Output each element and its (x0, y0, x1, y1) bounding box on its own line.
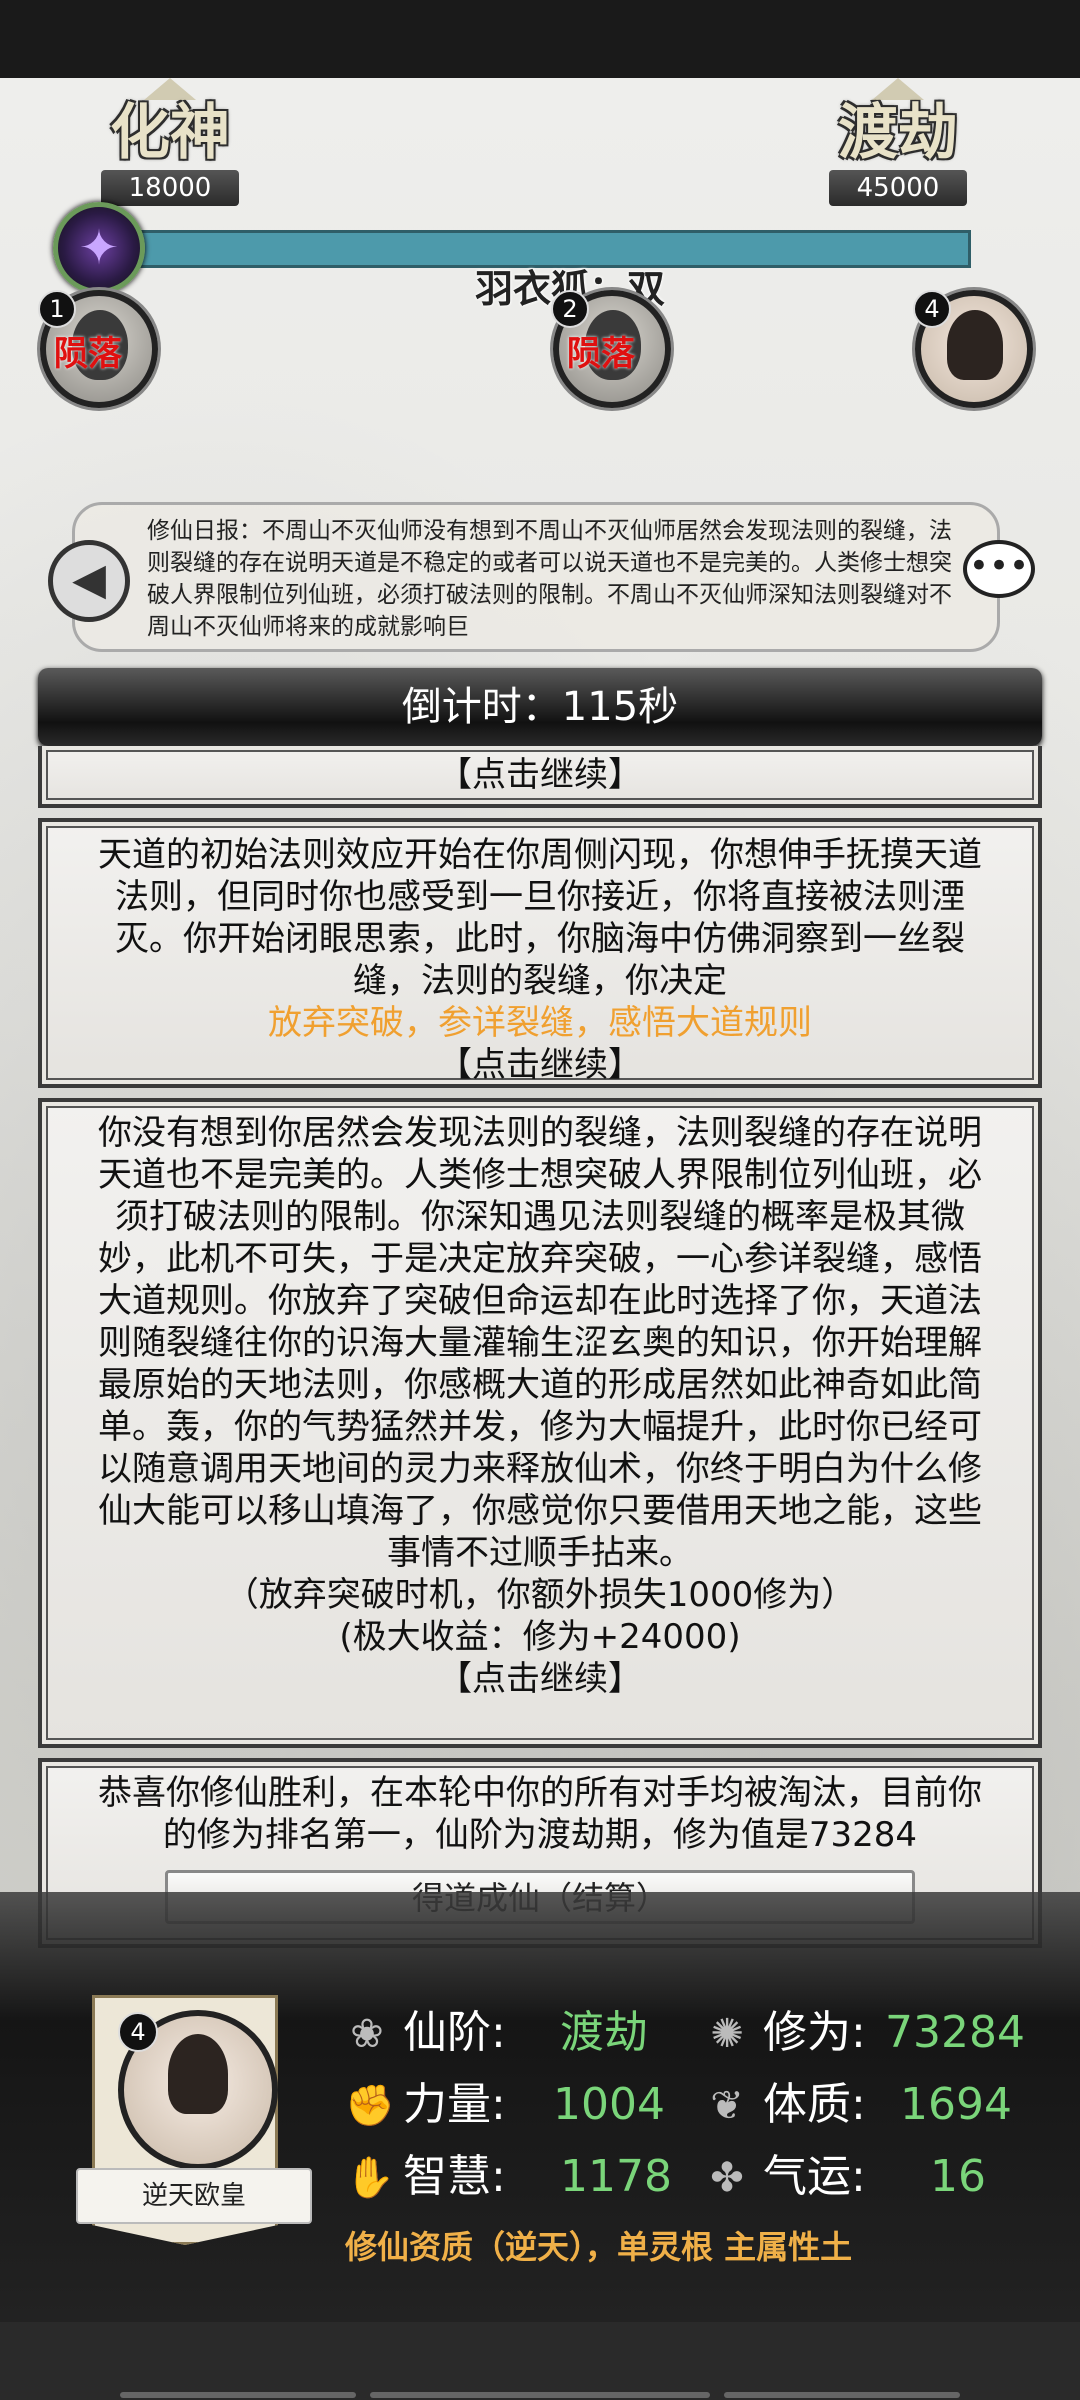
lotus-icon: ❀ (350, 2011, 384, 2057)
story-text: 你没有想到你居然会发现法则的裂缝，法则裂缝的存在说明天道也不是完美的。人类修士想… (98, 1113, 982, 1573)
stat-value: 1004 (553, 2079, 665, 2130)
stat-strength: ✊ 力量: 1004 (345, 2075, 665, 2135)
chat-bubble-icon[interactable]: ••• (963, 540, 1035, 598)
story-panel-1[interactable]: 天道的初始法则效应开始在你周侧闪现，你想伸手抚摸天道法则，但同时你也感受到一旦你… (38, 818, 1042, 1088)
continue-prompt[interactable]: 【点击继续】 (82, 1658, 998, 1700)
fallen-status: 陨落 (567, 334, 635, 374)
nav-segment (370, 2392, 710, 2398)
opponent-number: 2 (551, 290, 589, 328)
opponent-number: 4 (913, 290, 951, 328)
aptitude-text: 修仙资质（逆天），单灵根 主属性土 (345, 2228, 853, 2266)
chosen-option: 放弃突破，参详裂缝，感悟大道规则 (268, 1003, 812, 1043)
player-avatar[interactable]: 4 (118, 2010, 278, 2170)
opponent-avatar-1[interactable]: 1 陨落 (38, 290, 158, 408)
current-realm-name: 化神 (110, 98, 230, 168)
countdown-timer: 倒计时：115秒 (38, 668, 1042, 746)
realm-cap-decoration (872, 78, 924, 100)
stat-luck: ✤ 气运: 16 (705, 2147, 986, 2207)
stat-value: 1178 (560, 2151, 672, 2202)
stat-label: 气运: (763, 2151, 866, 2202)
realm-cap-decoration (144, 78, 196, 100)
stat-realm: ❀ 仙阶: 渡劫 (345, 2003, 648, 2063)
stat-value: 73284 (885, 2007, 1025, 2058)
stat-label: 力量: (403, 2079, 506, 2130)
portrait-icon (947, 310, 1003, 380)
clover-icon: ✤ (710, 2155, 744, 2201)
opponent-number: 1 (38, 290, 76, 328)
continue-prompt[interactable]: 【点击继续】 (82, 754, 998, 796)
story-text: 天道的初始法则效应开始在你周侧闪现，你想伸手抚摸天道法则，但同时你也感受到一旦你… (98, 835, 982, 1001)
story-panel-2[interactable]: 你没有想到你居然会发现法则的裂缝，法则裂缝的存在说明天道也不是完美的。人类修士想… (38, 1098, 1042, 1748)
victory-text: 恭喜你修仙胜利，在本轮中你的所有对手均被淘汰，目前你的修为排名第一，仙阶为渡劫期… (98, 1773, 982, 1855)
cultivation-gain: (极大收益：修为+24000) (339, 1617, 741, 1657)
purple-spirit-icon: ✦ (78, 220, 120, 276)
next-realm-value: 45000 (829, 170, 967, 206)
swirl-icon: ✺ (710, 2011, 744, 2057)
stat-label: 仙阶: (403, 2007, 506, 2058)
horn-icon: ◀ (48, 540, 130, 622)
stat-cultivation: ✺ 修为: 73284 (705, 2003, 1025, 2063)
daily-news: 修仙日报：不周山不灭仙师没有想到不周山不灭仙师居然会发现法则的裂缝，法则裂缝的存… (72, 502, 1000, 652)
player-title: 逆天欧皇 (76, 2168, 312, 2224)
stat-label: 体质: (763, 2079, 866, 2130)
pet-orb[interactable]: ✦ (53, 202, 145, 294)
stat-wisdom: ✋ 智慧: 1178 (345, 2147, 672, 2207)
player-rank-number: 4 (118, 2012, 158, 2052)
story-panel-0[interactable]: 【点击继续】 (38, 746, 1042, 808)
nav-segment (724, 2392, 960, 2398)
portrait-icon (168, 2034, 228, 2114)
opponent-avatar-4[interactable]: 4 (913, 290, 1033, 408)
fallen-status: 陨落 (54, 334, 122, 374)
cultivation-loss: （放弃突破时机，你额外损失1000修为） (224, 1575, 856, 1615)
opponent-avatar-2[interactable]: 2 陨落 (551, 290, 671, 408)
system-nav-bar (0, 2322, 1080, 2400)
stat-value: 1694 (900, 2079, 1012, 2130)
current-realm: 化神 18000 (95, 78, 245, 206)
continue-prompt[interactable]: 【点击继续】 (82, 1044, 998, 1086)
next-realm-name: 渡劫 (838, 98, 958, 168)
hand-icon: ✋ (345, 2155, 395, 2201)
next-realm: 渡劫 45000 (823, 78, 973, 206)
nav-segment (120, 2392, 356, 2398)
fist-icon: ✊ (345, 2083, 395, 2129)
stat-label: 智慧: (403, 2151, 506, 2202)
stat-value: 渡劫 (560, 2007, 648, 2058)
leaf-icon: ❦ (710, 2083, 744, 2129)
current-realm-value: 18000 (101, 170, 239, 206)
stat-constitution: ❦ 体质: 1694 (705, 2075, 1012, 2135)
stat-label: 修为: (763, 2007, 866, 2058)
stat-value: 16 (930, 2151, 986, 2202)
